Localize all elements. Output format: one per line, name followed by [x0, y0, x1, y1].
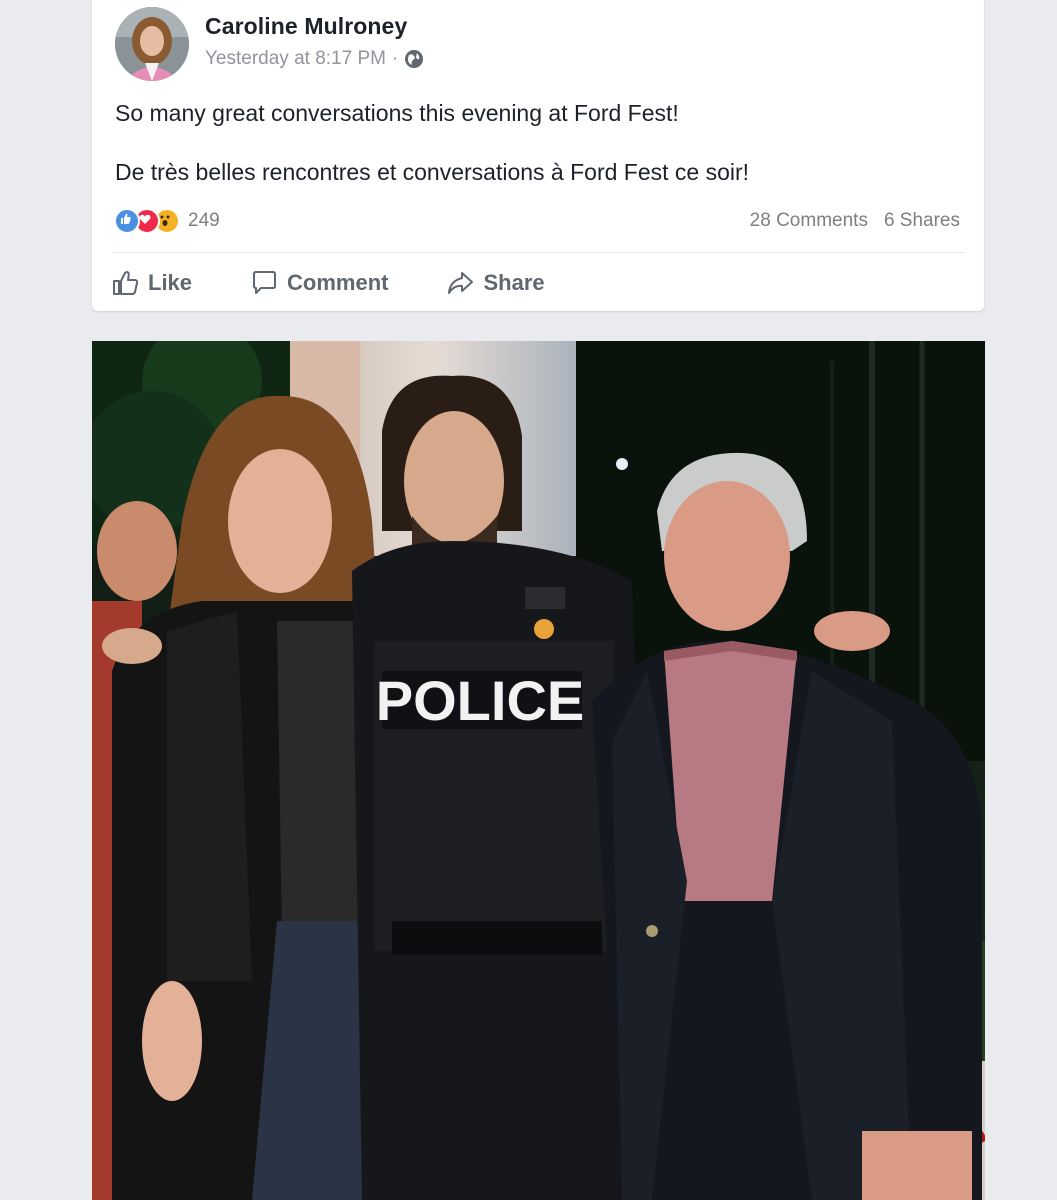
- police-vest-text: POLICE: [376, 669, 584, 732]
- comment-label: Comment: [287, 270, 389, 295]
- comment-button[interactable]: Comment: [249, 268, 388, 298]
- post-card: Caroline Mulroney Yesterday at 8:17 PM ·…: [92, 0, 984, 311]
- share-label: Share: [483, 270, 545, 295]
- like-reaction-icon: [114, 208, 140, 234]
- globe-icon[interactable]: [404, 49, 424, 69]
- comment-bubble-icon: [253, 271, 277, 294]
- like-label: Like: [148, 270, 193, 295]
- share-button[interactable]: Share: [445, 268, 545, 298]
- comments-count[interactable]: 28 Comments: [750, 210, 868, 232]
- event-photo-illustration: POLICE: [92, 341, 985, 1200]
- share-arrow-icon: [448, 272, 474, 294]
- reaction-count[interactable]: 249: [188, 210, 220, 232]
- engagement-counts: 28 Comments 6 Shares: [750, 210, 960, 232]
- avatar-image: [115, 7, 189, 81]
- meta-separator: ·: [391, 48, 399, 69]
- post-timestamp[interactable]: Yesterday at 8:17 PM: [205, 48, 386, 70]
- author-avatar[interactable]: [115, 7, 189, 81]
- author-name[interactable]: Caroline Mulroney: [205, 13, 407, 40]
- post-photo[interactable]: POLICE: [92, 341, 985, 1200]
- post-text-english: So many great conversations this evening…: [115, 100, 679, 126]
- post-meta: Yesterday at 8:17 PM ·: [205, 48, 424, 70]
- thumbs-up-icon: [113, 271, 139, 295]
- action-divider: [112, 252, 964, 253]
- like-button[interactable]: Like: [110, 268, 192, 298]
- shares-count[interactable]: 6 Shares: [884, 210, 960, 232]
- action-bar: Like Comment Share: [110, 262, 545, 304]
- reactions-summary[interactable]: 249: [114, 208, 220, 234]
- post-text-french: De très belles rencontres et conversatio…: [115, 159, 750, 185]
